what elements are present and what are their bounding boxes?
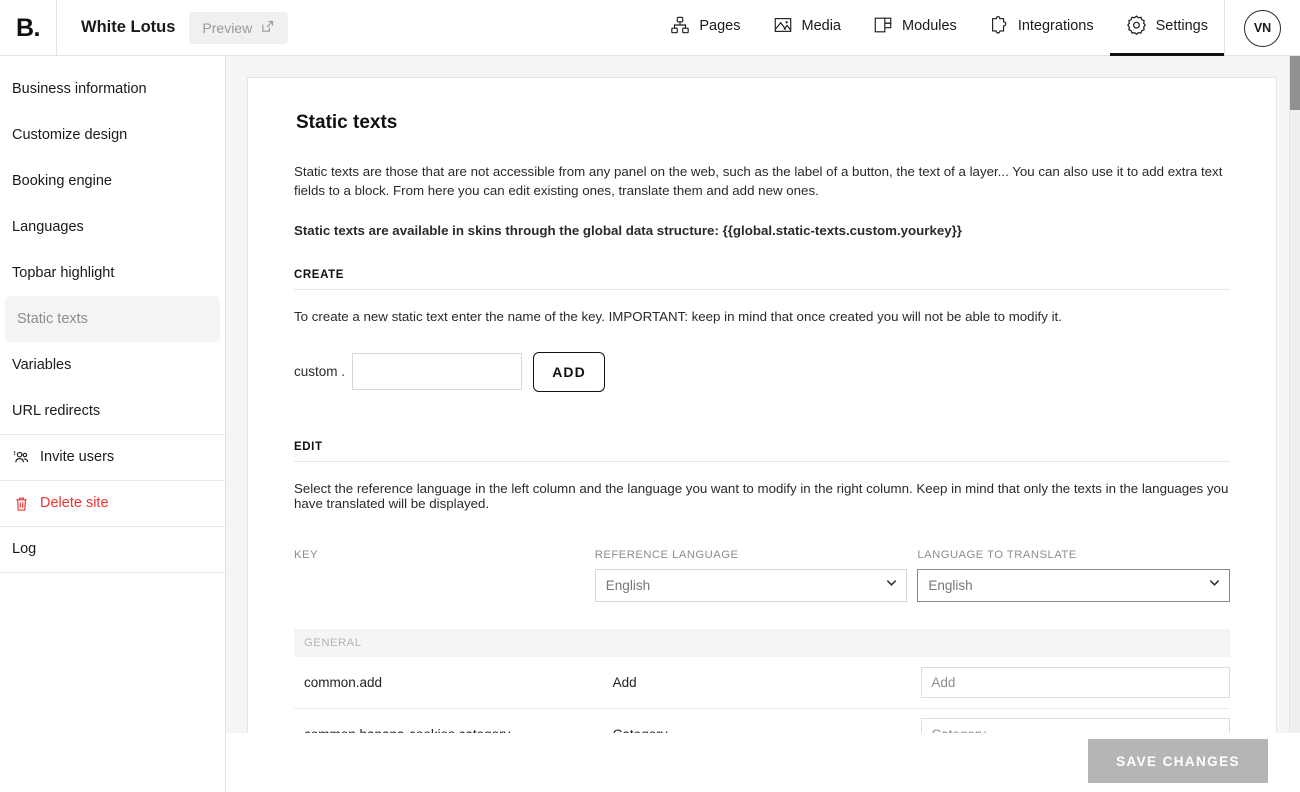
site-area: White Lotus Preview: [57, 0, 289, 55]
reference-language-label: REFERENCE LANGUAGE: [594, 548, 739, 561]
nav-label: Modules: [902, 18, 957, 35]
group-header-general: GENERAL: [294, 628, 1230, 657]
reference-language-column: REFERENCE LANGUAGE English: [594, 548, 908, 602]
sidebar-item-languages[interactable]: Languages: [0, 204, 225, 250]
top-header: B. White Lotus Preview Pages Media Modul…: [0, 0, 1300, 56]
row-reference-text: Add: [612, 674, 637, 690]
sidebar-item-invite-users[interactable]: Invite users: [0, 434, 225, 480]
nav-label: Integrations: [1017, 18, 1094, 35]
page-title: Static texts: [296, 112, 398, 133]
sitemap-icon: [670, 15, 690, 39]
sidebar-item-label: Variables: [12, 356, 72, 373]
vertical-scrollbar[interactable]: [1290, 56, 1300, 733]
create-row: custom . ADD: [294, 351, 1230, 392]
sidebar-item-variables[interactable]: Variables: [0, 342, 225, 388]
sidebar-item-label: Invite users: [40, 449, 115, 466]
scrollbar-thumb[interactable]: [1290, 56, 1300, 110]
sidebar-bottom-divider: [0, 572, 225, 573]
static-texts-card: Static texts Static texts are those that…: [247, 77, 1277, 733]
site-name: White Lotus: [81, 18, 176, 36]
nav-label: Settings: [1155, 18, 1208, 35]
brand-logo[interactable]: B.: [0, 0, 57, 56]
settings-sidebar: Business information Customize design Bo…: [0, 56, 226, 792]
sidebar-item-log[interactable]: Log: [0, 526, 225, 572]
sidebar-item-label: Languages: [12, 218, 84, 235]
avatar-cell: VN: [1224, 0, 1300, 56]
table-row: common.banana-cookies.category Category: [294, 709, 1231, 733]
new-key-input[interactable]: [352, 353, 523, 391]
logo-text: B.: [16, 13, 41, 42]
users-icon: [12, 449, 30, 466]
sidebar-item-url-redirects[interactable]: URL redirects: [0, 388, 225, 434]
sidebar-item-label: Static texts: [17, 310, 88, 327]
sidebar-item-label: Customize design: [12, 126, 128, 143]
row-translation-input[interactable]: [921, 717, 1231, 733]
nav-item-settings[interactable]: Settings: [1109, 0, 1224, 56]
translate-language-select[interactable]: English: [917, 568, 1230, 602]
sidebar-item-delete-site[interactable]: Delete site: [0, 480, 225, 526]
external-link-icon: [260, 19, 275, 37]
card-body: Static texts are those that are not acce…: [272, 162, 1252, 733]
footer-bar: SAVE CHANGES: [226, 733, 1290, 792]
sidebar-item-customize-design[interactable]: Customize design: [0, 112, 225, 158]
nav-item-integrations[interactable]: Integrations: [973, 0, 1110, 56]
create-section-heading: CREATE: [294, 269, 1230, 290]
nav-label: Pages: [699, 18, 741, 35]
sidebar-item-topbar-highlight[interactable]: Topbar highlight: [0, 250, 225, 296]
intro-paragraph: Static texts are those that are not acce…: [294, 164, 1223, 199]
key-column-header: KEY: [294, 549, 595, 602]
add-button[interactable]: ADD: [533, 351, 606, 392]
main-nav: Pages Media Modules Integrations Setting…: [654, 0, 1224, 56]
modules-icon: [873, 15, 893, 39]
nav-item-media[interactable]: Media: [757, 0, 858, 56]
translate-language-column: LANGUAGE TO TRANSLATE English: [917, 549, 1230, 602]
sidebar-item-booking-engine[interactable]: Booking engine: [0, 158, 225, 204]
save-changes-button[interactable]: SAVE CHANGES: [1088, 739, 1268, 783]
row-translation-input[interactable]: [921, 666, 1231, 698]
preview-label: Preview: [202, 19, 253, 36]
edit-block: EDIT Select the reference language in th…: [294, 441, 1231, 733]
avatar[interactable]: VN: [1244, 9, 1281, 47]
language-selectors-row: KEY REFERENCE LANGUAGE English LANGUAGE …: [294, 549, 1230, 602]
nav-item-modules[interactable]: Modules: [857, 0, 973, 56]
sidebar-item-label: Log: [12, 541, 37, 558]
sidebar-item-label: URL redirects: [12, 402, 101, 419]
translate-language-label: LANGUAGE TO TRANSLATE: [917, 548, 1077, 561]
edit-section-heading: EDIT: [294, 441, 1230, 462]
preview-button[interactable]: Preview: [189, 11, 289, 44]
edit-section-note: Select the reference language in the lef…: [294, 480, 1229, 511]
reference-language-select[interactable]: English: [594, 568, 908, 602]
puzzle-icon: [989, 15, 1009, 39]
avatar-initials: VN: [1253, 21, 1272, 35]
gear-icon: [1126, 14, 1147, 39]
table-row: common.add Add: [294, 657, 1231, 709]
custom-prefix-label: custom .: [294, 364, 346, 380]
sidebar-item-label: Topbar highlight: [12, 264, 115, 281]
sidebar-item-label: Business information: [12, 80, 147, 97]
intro-bold-paragraph: Static texts are available in skins thro…: [294, 222, 962, 238]
image-icon: [773, 15, 793, 39]
key-column-label: KEY: [294, 548, 318, 561]
nav-item-pages[interactable]: Pages: [654, 0, 756, 56]
sidebar-item-label: Delete site: [40, 495, 109, 512]
trash-icon: [12, 496, 30, 512]
sidebar-item-business-information[interactable]: Business information: [0, 66, 225, 112]
nav-label: Media: [801, 18, 842, 35]
row-key: common.add: [304, 674, 383, 690]
create-section-note: To create a new static text enter the na…: [294, 308, 1062, 324]
sidebar-item-static-texts[interactable]: Static texts: [5, 296, 220, 342]
sidebar-item-label: Booking engine: [12, 172, 112, 189]
main-content-scroll: Static texts Static texts are those that…: [226, 56, 1290, 733]
